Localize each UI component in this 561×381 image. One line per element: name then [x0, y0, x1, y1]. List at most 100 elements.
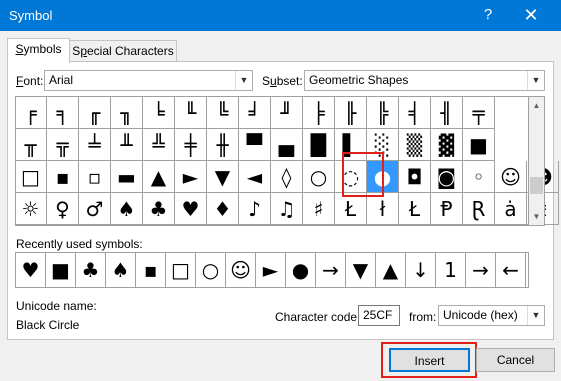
- symbol-cell[interactable]: ╚: [207, 97, 239, 129]
- unicode-name-label: Unicode name:: [16, 299, 97, 313]
- symbol-cell[interactable]: ☺: [495, 161, 527, 193]
- scroll-down-icon[interactable]: ▼: [529, 208, 544, 225]
- recent-symbol[interactable]: 1: [436, 253, 466, 287]
- tab-special-label: ecial Characters: [87, 44, 174, 58]
- tab-symbols[interactable]: Symbols: [7, 38, 70, 63]
- symbol-cell[interactable]: Ɽ: [463, 193, 495, 225]
- symbol-cell[interactable]: ◄: [239, 161, 271, 193]
- symbol-cell[interactable]: ▫: [79, 161, 111, 193]
- symbol-cell[interactable]: █: [303, 129, 335, 161]
- symbol-cell[interactable]: ►: [175, 161, 207, 193]
- symbol-cell[interactable]: Ᵽ: [431, 193, 463, 225]
- symbol-cell[interactable]: ╦: [47, 129, 79, 161]
- symbol-cell[interactable]: ╖: [111, 97, 143, 129]
- recent-symbol[interactable]: ♣: [76, 253, 106, 287]
- font-dropdown[interactable]: Arial ▼: [44, 70, 253, 91]
- symbol-cell[interactable]: ╪: [175, 129, 207, 161]
- recent-symbol[interactable]: □: [166, 253, 196, 287]
- recent-symbol[interactable]: ☺: [226, 253, 256, 287]
- subset-label-accel: u: [270, 74, 277, 88]
- symbol-cell[interactable]: ♣: [143, 193, 175, 225]
- symbol-cell[interactable]: ♫: [271, 193, 303, 225]
- symbol-cell[interactable]: ▲: [143, 161, 175, 193]
- symbol-cell[interactable]: ○: [303, 161, 335, 193]
- symbol-cell[interactable]: ♀: [47, 193, 79, 225]
- insert-highlight: [381, 342, 477, 378]
- symbol-cell[interactable]: ł: [367, 193, 399, 225]
- symbol-cell[interactable]: ╠: [367, 97, 399, 129]
- symbol-cell[interactable]: ◘: [399, 161, 431, 193]
- symbol-cell[interactable]: ■: [463, 129, 495, 161]
- subset-label-start: S: [262, 74, 271, 88]
- symbol-cell[interactable]: ╟: [335, 97, 367, 129]
- from-label: from:: [409, 310, 437, 324]
- close-button[interactable]: ✕: [516, 5, 546, 25]
- symbol-cell[interactable]: ▬: [111, 161, 143, 193]
- symbol-cell[interactable]: ♪: [239, 193, 271, 225]
- grid-scrollbar[interactable]: ▲ ▼: [529, 96, 545, 226]
- symbol-cell[interactable]: ◦: [463, 161, 495, 193]
- symbol-cell[interactable]: ▪: [47, 161, 79, 193]
- symbol-cell[interactable]: ╡: [399, 97, 431, 129]
- recent-symbol[interactable]: ♥: [16, 253, 46, 287]
- recent-symbol[interactable]: ▼: [346, 253, 376, 287]
- symbol-cell[interactable]: ȧ: [495, 193, 527, 225]
- symbol-cell[interactable]: ♂: [79, 193, 111, 225]
- symbol-cell[interactable]: ╙: [175, 97, 207, 129]
- symbol-cell[interactable]: ╘: [143, 97, 175, 129]
- symbol-cell[interactable]: ╛: [239, 97, 271, 129]
- font-label-text: ont:: [23, 74, 44, 88]
- symbol-grid[interactable]: ╒ ╕ ╓ ╖ ╘ ╙ ╚ ╛ ╜ ╞ ╟ ╠ ╡ ╢ ╤ ╥ ╦ ╧ ╨ ╩ ╪ ╫ ▀ ▄ █ ▌ ░ ▒ ▓ ■ □ ▪ ▫ ▬ ▲ ► ▼ ◄ ◊ ○…: [15, 96, 559, 226]
- from-dropdown[interactable]: Unicode (hex) ▼: [438, 305, 545, 326]
- symbol-cell[interactable]: ╒: [15, 97, 47, 129]
- symbol-cell[interactable]: ╨: [111, 129, 143, 161]
- help-button[interactable]: ?: [478, 5, 498, 25]
- symbol-cell[interactable]: ♯: [303, 193, 335, 225]
- recent-symbols[interactable]: ♥ ■ ♣ ♠ ▪ □ ○ ☺ ► ● → ▼ ▲ ↓ 1 → ←: [15, 252, 529, 288]
- recent-symbol[interactable]: ♠: [106, 253, 136, 287]
- recent-symbol[interactable]: ●: [286, 253, 316, 287]
- symbol-cell[interactable]: ♠: [111, 193, 143, 225]
- symbol-cell[interactable]: ▒: [399, 129, 431, 161]
- recent-symbol[interactable]: ▲: [376, 253, 406, 287]
- recent-symbol[interactable]: ○: [196, 253, 226, 287]
- symbol-cell[interactable]: Ł: [399, 193, 431, 225]
- cancel-button[interactable]: Cancel: [476, 348, 555, 372]
- symbol-cell[interactable]: ◊: [271, 161, 303, 193]
- symbol-cell[interactable]: ╞: [303, 97, 335, 129]
- scroll-thumb[interactable]: [530, 177, 543, 194]
- symbol-cell[interactable]: ╢: [431, 97, 463, 129]
- recent-symbol[interactable]: ←: [496, 253, 526, 287]
- symbol-cell[interactable]: ╤: [463, 97, 495, 129]
- font-value: Arial: [49, 73, 74, 87]
- recent-symbol[interactable]: →: [316, 253, 346, 287]
- tab-special-characters[interactable]: Special Characters: [69, 40, 177, 62]
- scroll-up-icon[interactable]: ▲: [529, 97, 544, 114]
- symbol-cell[interactable]: ♦: [207, 193, 239, 225]
- chevron-down-icon: ▼: [235, 71, 252, 90]
- symbol-cell[interactable]: Ł: [335, 193, 367, 225]
- symbol-cell[interactable]: ╜: [271, 97, 303, 129]
- symbol-cell[interactable]: ╫: [207, 129, 239, 161]
- subset-dropdown[interactable]: Geometric Shapes ▼: [304, 70, 545, 91]
- symbol-cell[interactable]: ▄: [271, 129, 303, 161]
- symbol-cell[interactable]: ╕: [47, 97, 79, 129]
- char-code-input[interactable]: 25CF: [358, 305, 400, 326]
- symbol-cell[interactable]: ╓: [79, 97, 111, 129]
- recent-symbol[interactable]: ↓: [406, 253, 436, 287]
- symbol-cell[interactable]: ♥: [175, 193, 207, 225]
- symbol-cell[interactable]: □: [15, 161, 47, 193]
- recent-symbol[interactable]: ■: [46, 253, 76, 287]
- symbol-cell[interactable]: ╧: [79, 129, 111, 161]
- recent-symbol[interactable]: ►: [256, 253, 286, 287]
- symbol-cell[interactable]: ▓: [431, 129, 463, 161]
- subset-value: Geometric Shapes: [309, 73, 409, 87]
- recent-symbol[interactable]: →: [466, 253, 496, 287]
- symbol-cell[interactable]: ╥: [15, 129, 47, 161]
- symbol-cell[interactable]: ▀: [239, 129, 271, 161]
- symbol-cell[interactable]: ☼: [15, 193, 47, 225]
- recent-symbol[interactable]: ▪: [136, 253, 166, 287]
- symbol-cell[interactable]: ╩: [143, 129, 175, 161]
- symbol-cell[interactable]: ◙: [431, 161, 463, 193]
- symbol-cell[interactable]: ▼: [207, 161, 239, 193]
